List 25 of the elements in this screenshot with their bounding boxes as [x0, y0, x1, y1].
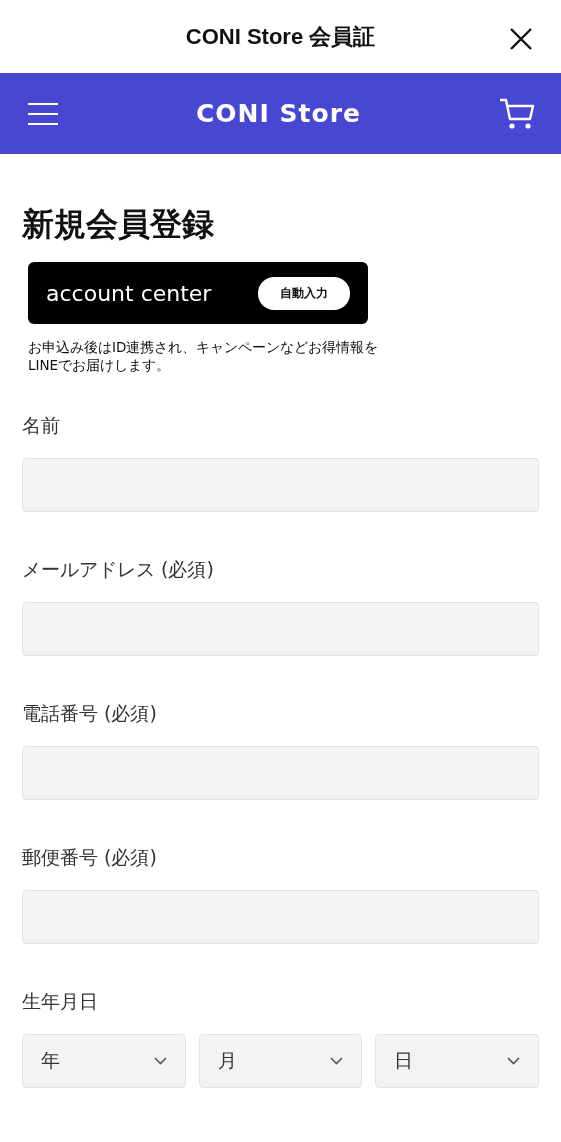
account-center-label: account center: [46, 280, 212, 306]
select-field[interactable]: 月: [198, 1034, 363, 1088]
autofill-button[interactable]: 自動入力: [258, 276, 350, 310]
cart-icon[interactable]: [499, 96, 535, 131]
window-title: CONI Store 会員証: [185, 22, 376, 51]
field-label: 生年月日: [22, 989, 98, 1014]
field-label: 名前: [22, 413, 60, 438]
notice-text: お申込み後はID連携され、キャンペーンなどお得情報を LINEでお届けします。: [28, 338, 380, 374]
input-field[interactable]: [22, 746, 539, 800]
field-label: 郵便番号 (必須): [22, 845, 157, 870]
chevron-down-icon: [507, 1057, 520, 1065]
field-label: メールアドレス (必須): [22, 557, 214, 582]
page-heading: 新規会員登録: [22, 204, 214, 245]
account-center-button[interactable]: account center 自動入力: [28, 262, 368, 324]
select-field[interactable]: 年: [22, 1034, 186, 1088]
store-logo[interactable]: CONI Store: [196, 99, 361, 128]
input-field[interactable]: [22, 602, 539, 656]
close-icon[interactable]: [509, 27, 533, 51]
input-field[interactable]: [22, 458, 539, 512]
menu-icon[interactable]: [28, 101, 58, 126]
input-field[interactable]: [22, 890, 539, 944]
field-label: 電話番号 (必須): [22, 701, 157, 726]
chevron-down-icon: [153, 1057, 167, 1065]
chevron-down-icon: [330, 1057, 344, 1065]
select-field[interactable]: 日: [375, 1034, 539, 1088]
